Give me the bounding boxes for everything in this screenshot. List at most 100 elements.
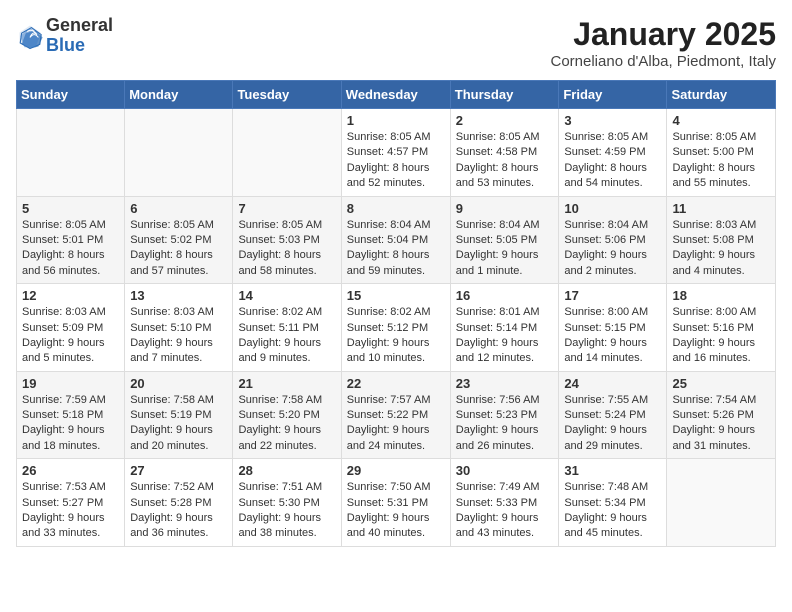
day-number: 12 <box>22 288 119 303</box>
calendar-cell: 12 Sunrise: 8:03 AMSunset: 5:09 PMDayligh… <box>17 284 125 372</box>
day-number: 21 <box>238 376 335 391</box>
title-block: January 2025 Corneliano d'Alba, Piedmont… <box>551 16 777 70</box>
day-number: 11 <box>672 201 770 216</box>
calendar-cell: 8 Sunrise: 8:04 AMSunset: 5:04 PMDaylight… <box>341 196 450 284</box>
day-info: Sunrise: 8:04 AMSunset: 5:05 PMDaylight:… <box>456 218 554 280</box>
day-info: Sunrise: 7:53 AMSunset: 5:27 PMDaylight:… <box>22 480 119 542</box>
calendar-body: 1Sunrise: 8:05 AMSunset: 4:57 PMDaylight… <box>17 109 776 547</box>
calendar-week-3: 12 Sunrise: 8:03 AMSunset: 5:09 PMDayligh… <box>17 284 776 372</box>
calendar-header: SundayMondayTuesdayWednesdayThursdayFrid… <box>17 81 776 109</box>
calendar-cell: 1Sunrise: 8:05 AMSunset: 4:57 PMDaylight… <box>341 109 450 197</box>
day-info: Sunrise: 7:50 AMSunset: 5:31 PMDaylight:… <box>347 480 445 542</box>
logo-blue: Blue <box>46 36 113 56</box>
calendar-cell: 28 Sunrise: 7:51 AMSunset: 5:30 PMDayligh… <box>233 459 341 547</box>
calendar-cell: 9 Sunrise: 8:04 AMSunset: 5:05 PMDaylight… <box>450 196 559 284</box>
logo-icon <box>16 22 44 50</box>
calendar-cell: 19Sunrise: 7:59 AMSunset: 5:18 PMDayligh… <box>17 371 125 459</box>
calendar-subtitle: Corneliano d'Alba, Piedmont, Italy <box>551 53 777 70</box>
day-info: Sunrise: 7:51 AMSunset: 5:30 PMDaylight:… <box>238 480 335 542</box>
day-number: 2 <box>456 113 554 128</box>
day-info: Sunrise: 7:58 AMSunset: 5:20 PMDaylight:… <box>238 393 335 455</box>
calendar-cell: 3 Sunrise: 8:05 AMSunset: 4:59 PMDaylight… <box>559 109 667 197</box>
weekday-header-tuesday: Tuesday <box>233 81 341 109</box>
calendar-cell <box>17 109 125 197</box>
calendar-cell: 25 Sunrise: 7:54 AMSunset: 5:26 PMDayligh… <box>667 371 776 459</box>
calendar-cell: 21 Sunrise: 7:58 AMSunset: 5:20 PMDayligh… <box>233 371 341 459</box>
day-number: 28 <box>238 463 335 478</box>
calendar-cell: 10 Sunrise: 8:04 AMSunset: 5:06 PMDayligh… <box>559 196 667 284</box>
day-info: Sunrise: 7:54 AMSunset: 5:26 PMDaylight:… <box>672 393 770 455</box>
day-info: Sunrise: 7:48 AMSunset: 5:34 PMDaylight:… <box>564 480 661 542</box>
day-number: 27 <box>130 463 227 478</box>
weekday-header-row: SundayMondayTuesdayWednesdayThursdayFrid… <box>17 81 776 109</box>
calendar-cell: 7 Sunrise: 8:05 AMSunset: 5:03 PMDaylight… <box>233 196 341 284</box>
day-number: 17 <box>564 288 661 303</box>
calendar-cell: 13Sunrise: 8:03 AMSunset: 5:10 PMDayligh… <box>125 284 233 372</box>
weekday-header-thursday: Thursday <box>450 81 559 109</box>
day-number: 16 <box>456 288 554 303</box>
calendar-cell: 4Sunrise: 8:05 AMSunset: 5:00 PMDaylight… <box>667 109 776 197</box>
calendar-cell: 18Sunrise: 8:00 AMSunset: 5:16 PMDayligh… <box>667 284 776 372</box>
day-number: 10 <box>564 201 661 216</box>
day-number: 24 <box>564 376 661 391</box>
day-number: 18 <box>672 288 770 303</box>
day-number: 13 <box>130 288 227 303</box>
day-number: 31 <box>564 463 661 478</box>
calendar-cell: 26 Sunrise: 7:53 AMSunset: 5:27 PMDayligh… <box>17 459 125 547</box>
logo-text: General Blue <box>46 16 113 56</box>
day-info: Sunrise: 8:05 AMSunset: 4:59 PMDaylight:… <box>564 130 661 192</box>
calendar-cell: 24 Sunrise: 7:55 AMSunset: 5:24 PMDayligh… <box>559 371 667 459</box>
day-info: Sunrise: 8:05 AMSunset: 5:02 PMDaylight:… <box>130 218 227 280</box>
day-number: 3 <box>564 113 661 128</box>
calendar-week-1: 1Sunrise: 8:05 AMSunset: 4:57 PMDaylight… <box>17 109 776 197</box>
day-info: Sunrise: 8:01 AMSunset: 5:14 PMDaylight:… <box>456 305 554 367</box>
calendar-cell: 29 Sunrise: 7:50 AMSunset: 5:31 PMDayligh… <box>341 459 450 547</box>
day-number: 8 <box>347 201 445 216</box>
calendar-cell: 11 Sunrise: 8:03 AMSunset: 5:08 PMDayligh… <box>667 196 776 284</box>
day-info: Sunrise: 8:02 AMSunset: 5:11 PMDaylight:… <box>238 305 335 367</box>
day-number: 5 <box>22 201 119 216</box>
logo: General Blue <box>16 16 113 56</box>
day-info: Sunrise: 8:05 AMSunset: 5:01 PMDaylight:… <box>22 218 119 280</box>
day-info: Sunrise: 8:03 AMSunset: 5:09 PMDaylight:… <box>22 305 119 367</box>
calendar-cell: 27Sunrise: 7:52 AMSunset: 5:28 PMDayligh… <box>125 459 233 547</box>
day-number: 15 <box>347 288 445 303</box>
day-info: Sunrise: 8:02 AMSunset: 5:12 PMDaylight:… <box>347 305 445 367</box>
day-number: 30 <box>456 463 554 478</box>
day-number: 26 <box>22 463 119 478</box>
day-info: Sunrise: 7:58 AMSunset: 5:19 PMDaylight:… <box>130 393 227 455</box>
day-info: Sunrise: 7:49 AMSunset: 5:33 PMDaylight:… <box>456 480 554 542</box>
weekday-header-friday: Friday <box>559 81 667 109</box>
day-number: 22 <box>347 376 445 391</box>
day-info: Sunrise: 7:57 AMSunset: 5:22 PMDaylight:… <box>347 393 445 455</box>
calendar-cell: 23Sunrise: 7:56 AMSunset: 5:23 PMDayligh… <box>450 371 559 459</box>
day-number: 14 <box>238 288 335 303</box>
day-number: 9 <box>456 201 554 216</box>
calendar-cell: 30 Sunrise: 7:49 AMSunset: 5:33 PMDayligh… <box>450 459 559 547</box>
day-info: Sunrise: 8:05 AMSunset: 5:03 PMDaylight:… <box>238 218 335 280</box>
calendar-cell: 15 Sunrise: 8:02 AMSunset: 5:12 PMDayligh… <box>341 284 450 372</box>
calendar-cell <box>125 109 233 197</box>
day-info: Sunrise: 8:04 AMSunset: 5:06 PMDaylight:… <box>564 218 661 280</box>
day-number: 4 <box>672 113 770 128</box>
weekday-header-sunday: Sunday <box>17 81 125 109</box>
day-number: 25 <box>672 376 770 391</box>
calendar-cell: 17Sunrise: 8:00 AMSunset: 5:15 PMDayligh… <box>559 284 667 372</box>
weekday-header-monday: Monday <box>125 81 233 109</box>
calendar-cell: 16 Sunrise: 8:01 AMSunset: 5:14 PMDayligh… <box>450 284 559 372</box>
day-info: Sunrise: 8:03 AMSunset: 5:08 PMDaylight:… <box>672 218 770 280</box>
calendar-cell: 6 Sunrise: 8:05 AMSunset: 5:02 PMDaylight… <box>125 196 233 284</box>
day-number: 20 <box>130 376 227 391</box>
calendar-cell: 31 Sunrise: 7:48 AMSunset: 5:34 PMDayligh… <box>559 459 667 547</box>
weekday-header-wednesday: Wednesday <box>341 81 450 109</box>
day-info: Sunrise: 7:59 AMSunset: 5:18 PMDaylight:… <box>22 393 119 455</box>
day-number: 23 <box>456 376 554 391</box>
day-number: 29 <box>347 463 445 478</box>
weekday-header-saturday: Saturday <box>667 81 776 109</box>
day-info: Sunrise: 8:04 AMSunset: 5:04 PMDaylight:… <box>347 218 445 280</box>
day-info: Sunrise: 7:55 AMSunset: 5:24 PMDaylight:… <box>564 393 661 455</box>
day-number: 7 <box>238 201 335 216</box>
day-number: 6 <box>130 201 227 216</box>
day-number: 1 <box>347 113 445 128</box>
calendar-cell: 14 Sunrise: 8:02 AMSunset: 5:11 PMDayligh… <box>233 284 341 372</box>
